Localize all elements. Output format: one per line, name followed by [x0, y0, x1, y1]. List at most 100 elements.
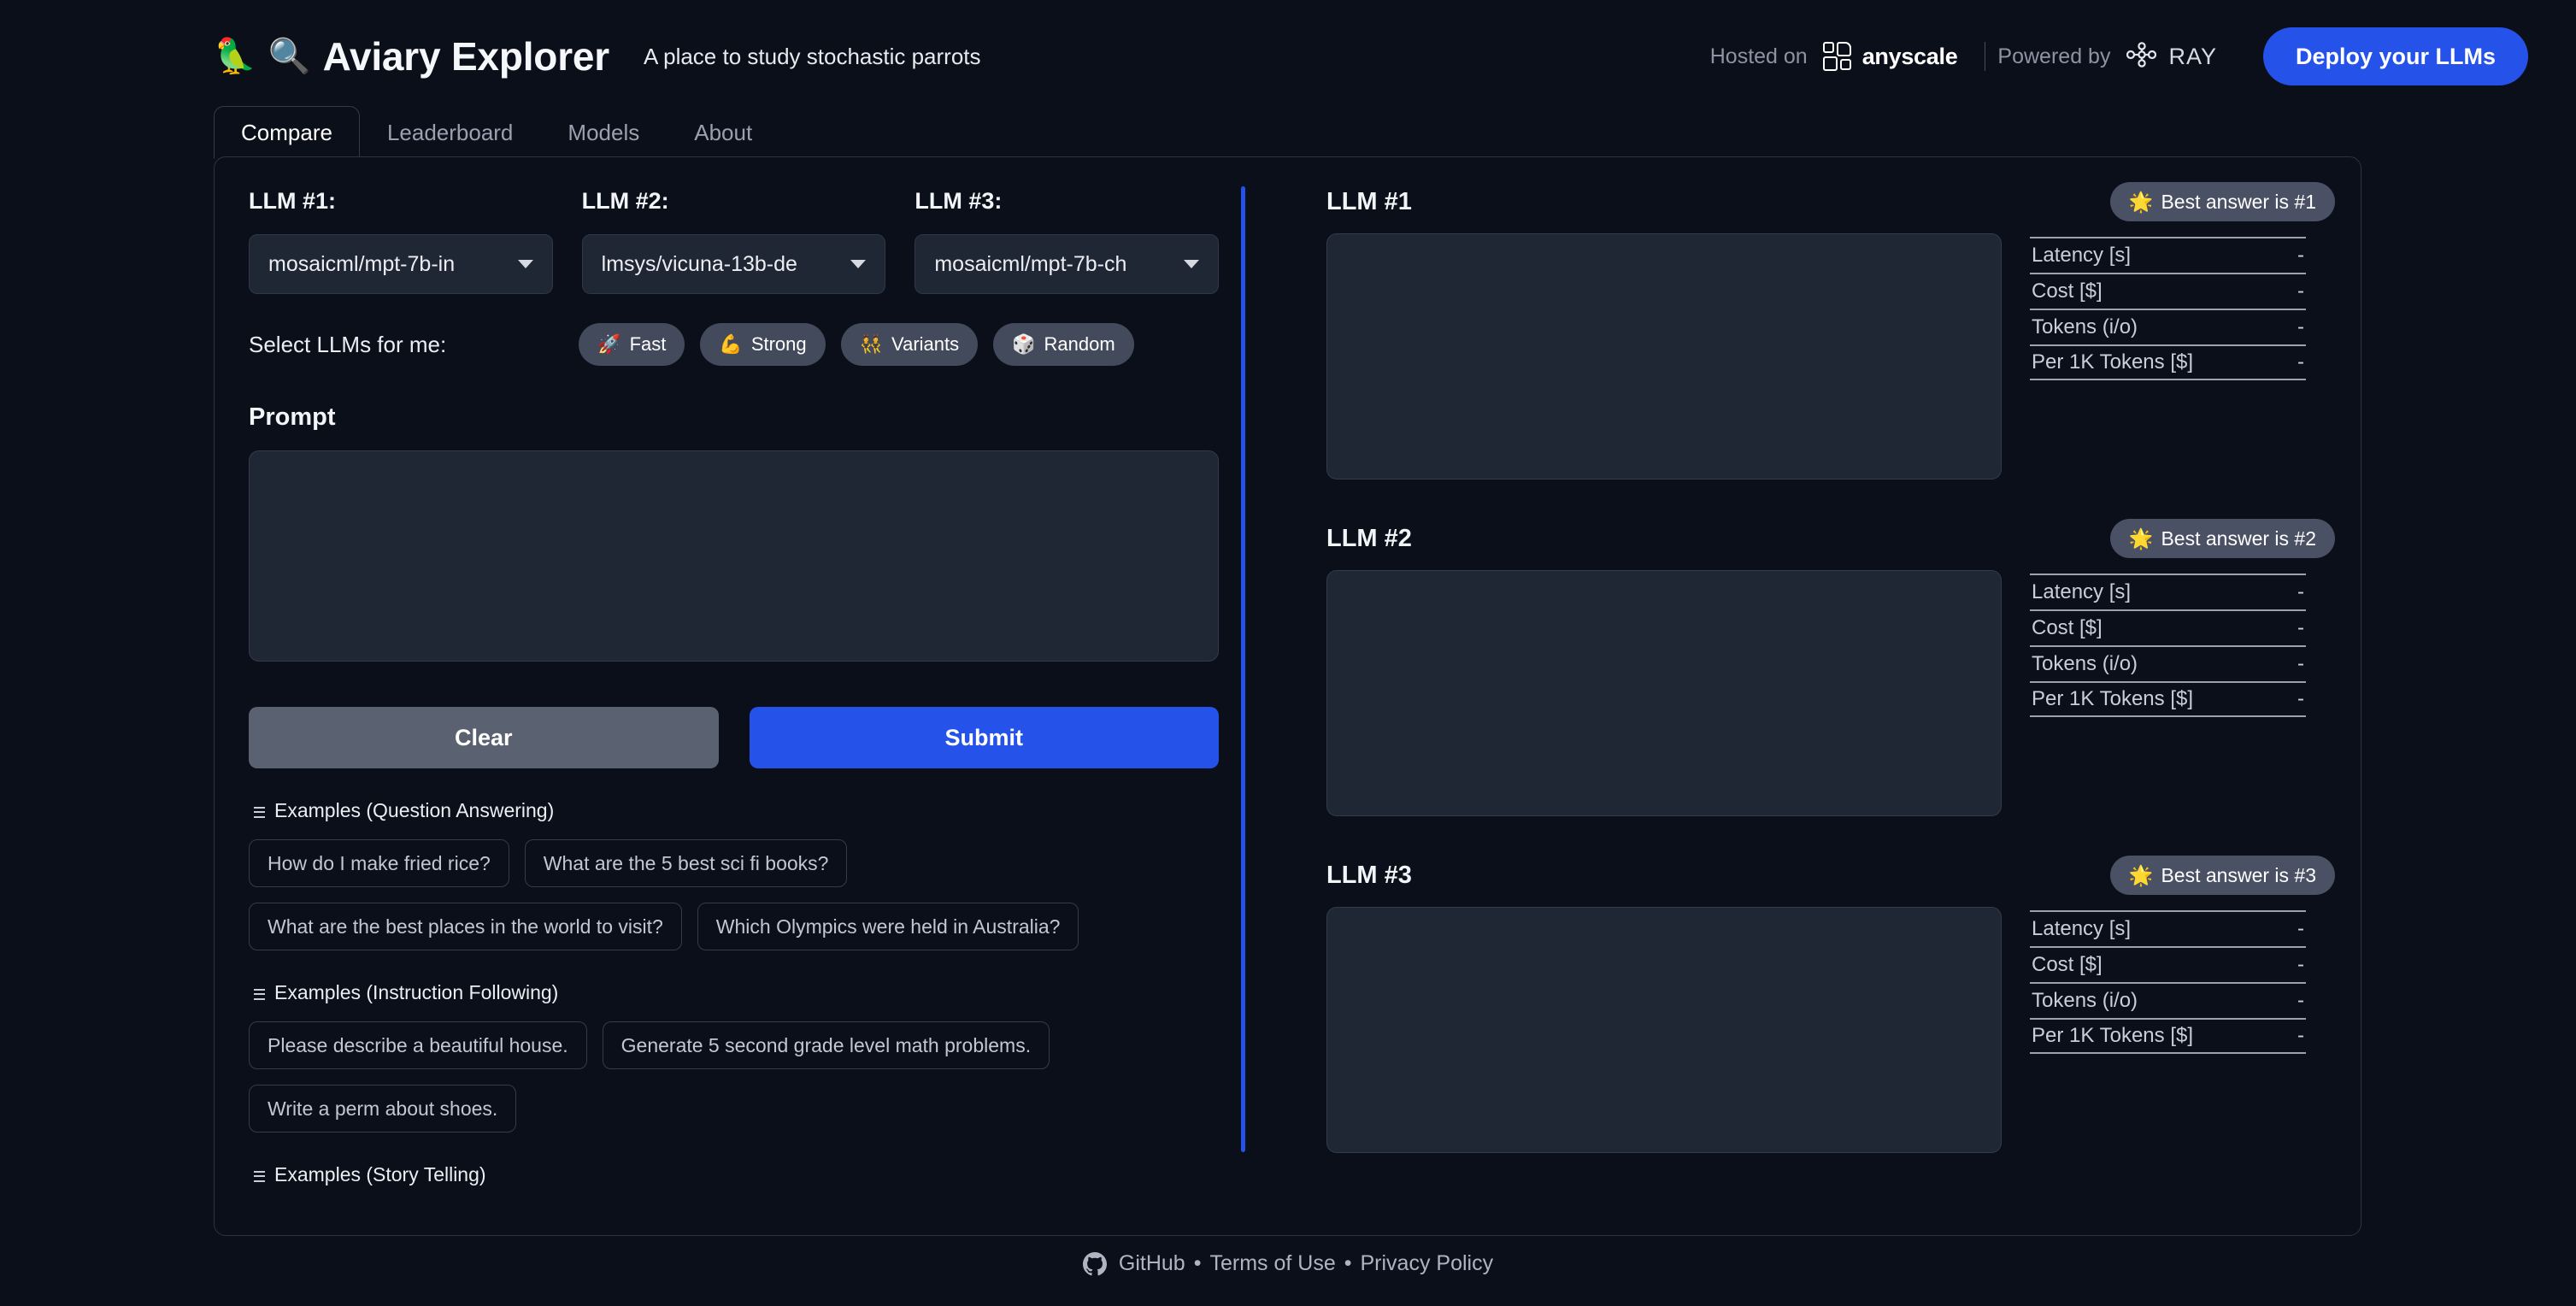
result-1-metrics: Latency [s] - Cost [$] - Tokens (i/o) - …	[2030, 233, 2306, 479]
best-answer-1-button[interactable]: 🌟 Best answer is #1	[2109, 182, 2335, 221]
tab-about[interactable]: About	[667, 106, 779, 159]
example-chip[interactable]: What are the best places in the world to…	[249, 903, 682, 950]
tab-compare[interactable]: Compare	[214, 106, 360, 159]
metric-label: Per 1K Tokens [$]	[2032, 1024, 2193, 1047]
app-root: 🦜 🔍 Aviary Explorer A place to study sto…	[0, 0, 2576, 1306]
llm-2-label: LLM #2:	[581, 188, 669, 214]
app-header: 🦜 🔍 Aviary Explorer A place to study sto…	[0, 0, 2576, 113]
metric-value: -	[2297, 580, 2304, 603]
privacy-policy-link[interactable]: Privacy Policy	[1361, 1251, 1494, 1276]
tab-models[interactable]: Models	[540, 106, 667, 159]
star-icon: 🌟	[2128, 527, 2154, 550]
metric-row: Latency [s] -	[2030, 574, 2306, 609]
muscle-icon: 💪	[719, 333, 743, 355]
llm-3-value: mosaicml/mpt-7b-ch	[934, 251, 1127, 276]
result-3-header: LLM #3 🌟 Best answer is #3	[1326, 856, 2335, 895]
example-chip[interactable]: Please describe a beautiful house.	[249, 1021, 587, 1069]
best-answer-2-button[interactable]: 🌟 Best answer is #2	[2109, 519, 2335, 558]
metric-row: Tokens (i/o) -	[2030, 982, 2306, 1018]
anyscale-brand: anyscale	[1822, 42, 1958, 71]
metric-row: Latency [s] -	[2030, 910, 2306, 946]
chevron-down-icon	[1184, 260, 1200, 268]
llm-2-dropdown[interactable]: lmsys/vicuna-13b-de	[581, 234, 886, 294]
star-icon: 🌟	[2128, 863, 2154, 886]
preset-strong-button[interactable]: 💪 Strong	[700, 323, 826, 366]
result-2-title: LLM #2	[1326, 524, 1412, 552]
metric-value: -	[2297, 315, 2304, 338]
github-link[interactable]: GitHub	[1119, 1251, 1185, 1276]
metric-row: Per 1K Tokens [$] -	[2030, 344, 2306, 380]
llm-1-label: LLM #1:	[249, 188, 337, 214]
footer-bullet: •	[1193, 1251, 1202, 1275]
example-chip[interactable]: Which Olympics were held in Australia?	[697, 903, 1079, 950]
metric-label: Per 1K Tokens [$]	[2032, 350, 2193, 374]
best-answer-1-label: Best answer is #1	[2161, 190, 2316, 213]
footer: GitHub • Terms of Use • Privacy Policy	[0, 1251, 2576, 1276]
examples-if-header[interactable]: Examples (Instruction Following)	[249, 981, 1219, 1004]
metric-row: Cost [$] -	[2030, 946, 2306, 982]
example-chip[interactable]: What are the 5 best sci fi books?	[524, 839, 848, 887]
result-2-body: Latency [s] - Cost [$] - Tokens (i/o) - …	[1326, 570, 2335, 816]
tab-leaderboard[interactable]: Leaderboard	[360, 106, 540, 159]
select-llms-for-me-label: Select LLMs for me:	[249, 331, 447, 357]
result-2-header: LLM #2 🌟 Best answer is #2	[1326, 519, 2335, 558]
ray-brand: RAY	[2126, 41, 2217, 72]
metric-value: -	[2297, 1024, 2304, 1047]
best-answer-3-button[interactable]: 🌟 Best answer is #3	[2109, 856, 2335, 895]
submit-button[interactable]: Submit	[749, 707, 1219, 768]
clear-button[interactable]: Clear	[249, 707, 719, 768]
examples-qa-title: Examples (Question Answering)	[274, 799, 555, 821]
examples-row: Please describe a beautiful house. Gener…	[249, 1021, 1219, 1069]
example-chip[interactable]: Write a perm about shoes.	[249, 1085, 517, 1132]
llm-selector-row: LLM #1: mosaicml/mpt-7b-in LLM #2: lmsys…	[249, 188, 1220, 294]
examples-group-question-answering: Examples (Question Answering) How do I m…	[249, 799, 1219, 950]
result-2-output	[1326, 570, 2002, 816]
terms-of-use-link[interactable]: Terms of Use	[1209, 1251, 1335, 1276]
prompt-input[interactable]	[249, 450, 1219, 662]
rocket-icon: 🚀	[597, 333, 621, 355]
examples-qa-rows: How do I make fried rice? What are the 5…	[249, 839, 1219, 950]
example-chip[interactable]: How do I make fried rice?	[249, 839, 509, 887]
anyscale-name: anyscale	[1861, 43, 1958, 69]
preset-fast-button[interactable]: 🚀 Fast	[579, 323, 685, 366]
examples-if-rows: Please describe a beautiful house. Gener…	[249, 1021, 1219, 1132]
llm-2-value: lmsys/vicuna-13b-de	[601, 251, 797, 276]
result-block-2: LLM #2 🌟 Best answer is #2 Latency [s] -…	[1326, 519, 2335, 816]
powered-by-label: Powered by	[1997, 44, 2111, 68]
chevron-down-icon	[850, 260, 867, 268]
result-1-header: LLM #1 🌟 Best answer is #1	[1326, 182, 2335, 221]
list-icon	[249, 803, 265, 818]
examples-row: Write a perm about shoes.	[249, 1085, 1219, 1132]
metric-label: Latency [s]	[2032, 244, 2132, 267]
select-llms-for-me-row: Select LLMs for me: 🚀 Fast 💪 Strong 👯 Va…	[249, 323, 1219, 366]
page-subtitle: A place to study stochastic parrots	[643, 43, 981, 69]
llm-3-dropdown[interactable]: mosaicml/mpt-7b-ch	[915, 234, 1220, 294]
result-3-body: Latency [s] - Cost [$] - Tokens (i/o) - …	[1326, 907, 2335, 1153]
example-chip[interactable]: Generate 5 second grade level math probl…	[602, 1021, 1050, 1069]
examples-if-title: Examples (Instruction Following)	[274, 981, 559, 1003]
star-icon: 🌟	[2128, 190, 2154, 213]
examples-group-story-telling: Examples (Story Telling)	[249, 1163, 1219, 1186]
footer-bullet: •	[1344, 1251, 1352, 1275]
best-answer-3-label: Best answer is #3	[2161, 863, 2316, 886]
metric-label: Cost [$]	[2032, 279, 2103, 303]
prompt-label: Prompt	[249, 403, 336, 431]
llm-1-dropdown[interactable]: mosaicml/mpt-7b-in	[249, 234, 553, 294]
metric-row: Tokens (i/o) -	[2030, 309, 2306, 344]
result-1-body: Latency [s] - Cost [$] - Tokens (i/o) - …	[1326, 233, 2335, 479]
preset-variants-label: Variants	[891, 333, 960, 355]
ray-logo-icon	[2126, 41, 2158, 72]
examples-qa-header[interactable]: Examples (Question Answering)	[249, 799, 1219, 822]
deploy-your-llms-button[interactable]: Deploy your LLMs	[2262, 27, 2528, 85]
metric-row: Cost [$] -	[2030, 609, 2306, 645]
list-icon	[249, 985, 265, 1000]
preset-variants-button[interactable]: 👯 Variants	[840, 323, 979, 366]
preset-random-button[interactable]: 🎲 Random	[993, 323, 1134, 366]
examples-group-instruction-following: Examples (Instruction Following) Please …	[249, 981, 1219, 1132]
twins-icon: 👯	[859, 333, 884, 355]
result-3-output	[1326, 907, 2002, 1153]
examples-st-header[interactable]: Examples (Story Telling)	[249, 1163, 1219, 1186]
search-icon: 🔍	[268, 38, 311, 75]
page-title: Aviary Explorer	[322, 34, 610, 79]
metric-value: -	[2297, 917, 2304, 940]
